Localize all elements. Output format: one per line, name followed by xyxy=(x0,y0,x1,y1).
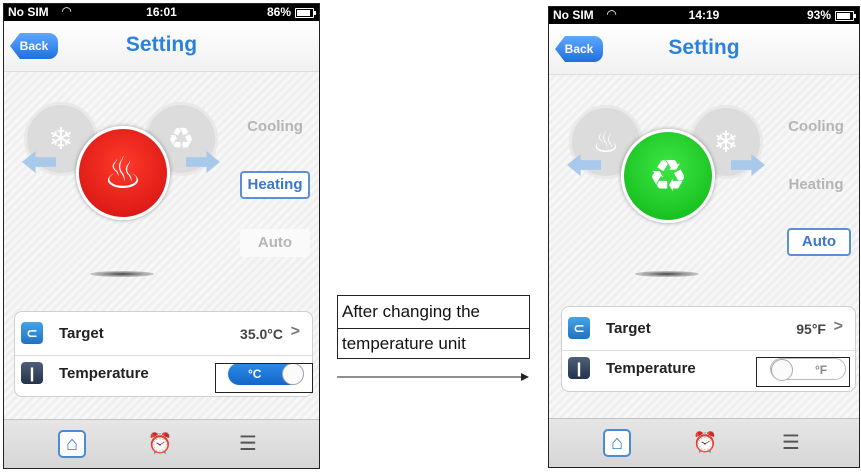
phone-screen-after: No SIM ◠ 14:19 93% Back Setting ♨ ❄ ♻ Co… xyxy=(548,6,860,468)
target-row[interactable]: ⊂ Target 35.0°C > xyxy=(15,316,312,352)
mode-cooling-button[interactable]: Cooling xyxy=(781,113,851,141)
battery-icon xyxy=(835,11,856,21)
mode-heating-button[interactable]: Heating xyxy=(240,171,310,199)
selector-shadow xyxy=(90,271,154,277)
status-bar: No SIM ◠ 14:19 93% xyxy=(549,7,859,24)
chevron-right-icon: > xyxy=(290,323,300,340)
target-icon: ⊂ xyxy=(21,322,43,344)
list-icon[interactable]: ☰ xyxy=(234,430,262,458)
home-icon[interactable]: ⌂ xyxy=(58,430,86,458)
alarm-clock-icon[interactable]: ⏰ xyxy=(146,430,174,458)
tab-bar: ⌂ ⏰ ☰ xyxy=(4,419,319,468)
target-row[interactable]: ⊂ Target 95°F > xyxy=(562,311,855,347)
list-icon[interactable]: ☰ xyxy=(777,429,805,457)
target-icon: ⊂ xyxy=(568,317,590,339)
status-bar: No SIM ◠ 16:01 86% xyxy=(4,4,319,21)
battery-icon xyxy=(295,8,316,18)
battery-percent: 86% xyxy=(266,5,291,19)
annotation-line-2: temperature unit xyxy=(342,334,466,353)
battery-percent: 93% xyxy=(806,8,831,22)
thermometer-icon: ❙ xyxy=(21,362,43,384)
mode-auto-button[interactable]: Auto xyxy=(787,228,851,256)
nav-bar: Back Setting xyxy=(4,21,319,72)
target-value: 35.0°C xyxy=(240,326,283,342)
annotation-line-1: After changing the xyxy=(338,296,529,329)
page-title: Setting xyxy=(125,33,198,56)
chevron-right-icon: > xyxy=(833,318,843,335)
page-title: Setting xyxy=(668,36,740,59)
selector-shadow xyxy=(635,271,699,277)
temperature-label: Temperature xyxy=(59,365,149,382)
phone-screen-before: No SIM ◠ 16:01 86% Back Setting ❄ ♻ ♨ Co… xyxy=(3,3,320,469)
temperature-label: Temperature xyxy=(606,360,696,377)
flame-icon[interactable]: ♨ xyxy=(76,126,170,220)
mode-cooling-button[interactable]: Cooling xyxy=(240,113,310,141)
mode-auto-button[interactable]: Auto xyxy=(240,229,310,257)
mode-panel: ❄ ♻ ♨ Cooling Heating Auto ⊂ Target 35.0… xyxy=(4,72,319,420)
toggle-highlight-box xyxy=(215,363,313,393)
alarm-clock-icon[interactable]: ⏰ xyxy=(691,429,719,457)
target-value: 95°F xyxy=(796,321,826,337)
toggle-highlight-box xyxy=(756,357,850,387)
thermometer-icon: ❙ xyxy=(568,357,590,379)
mode-heating-button[interactable]: Heating xyxy=(781,171,851,199)
mode-panel: ♨ ❄ ♻ Cooling Heating Auto ⊂ Target 95°F… xyxy=(549,75,859,419)
tab-bar: ⌂ ⏰ ☰ xyxy=(549,418,859,467)
flow-arrow-icon xyxy=(337,373,529,381)
recycle-icon[interactable]: ♻ xyxy=(621,129,715,223)
nav-bar: Back Setting xyxy=(549,24,859,75)
home-icon[interactable]: ⌂ xyxy=(603,429,631,457)
annotation-box: After changing the temperature unit xyxy=(337,295,530,359)
target-label: Target xyxy=(59,325,104,342)
target-label: Target xyxy=(606,320,651,337)
